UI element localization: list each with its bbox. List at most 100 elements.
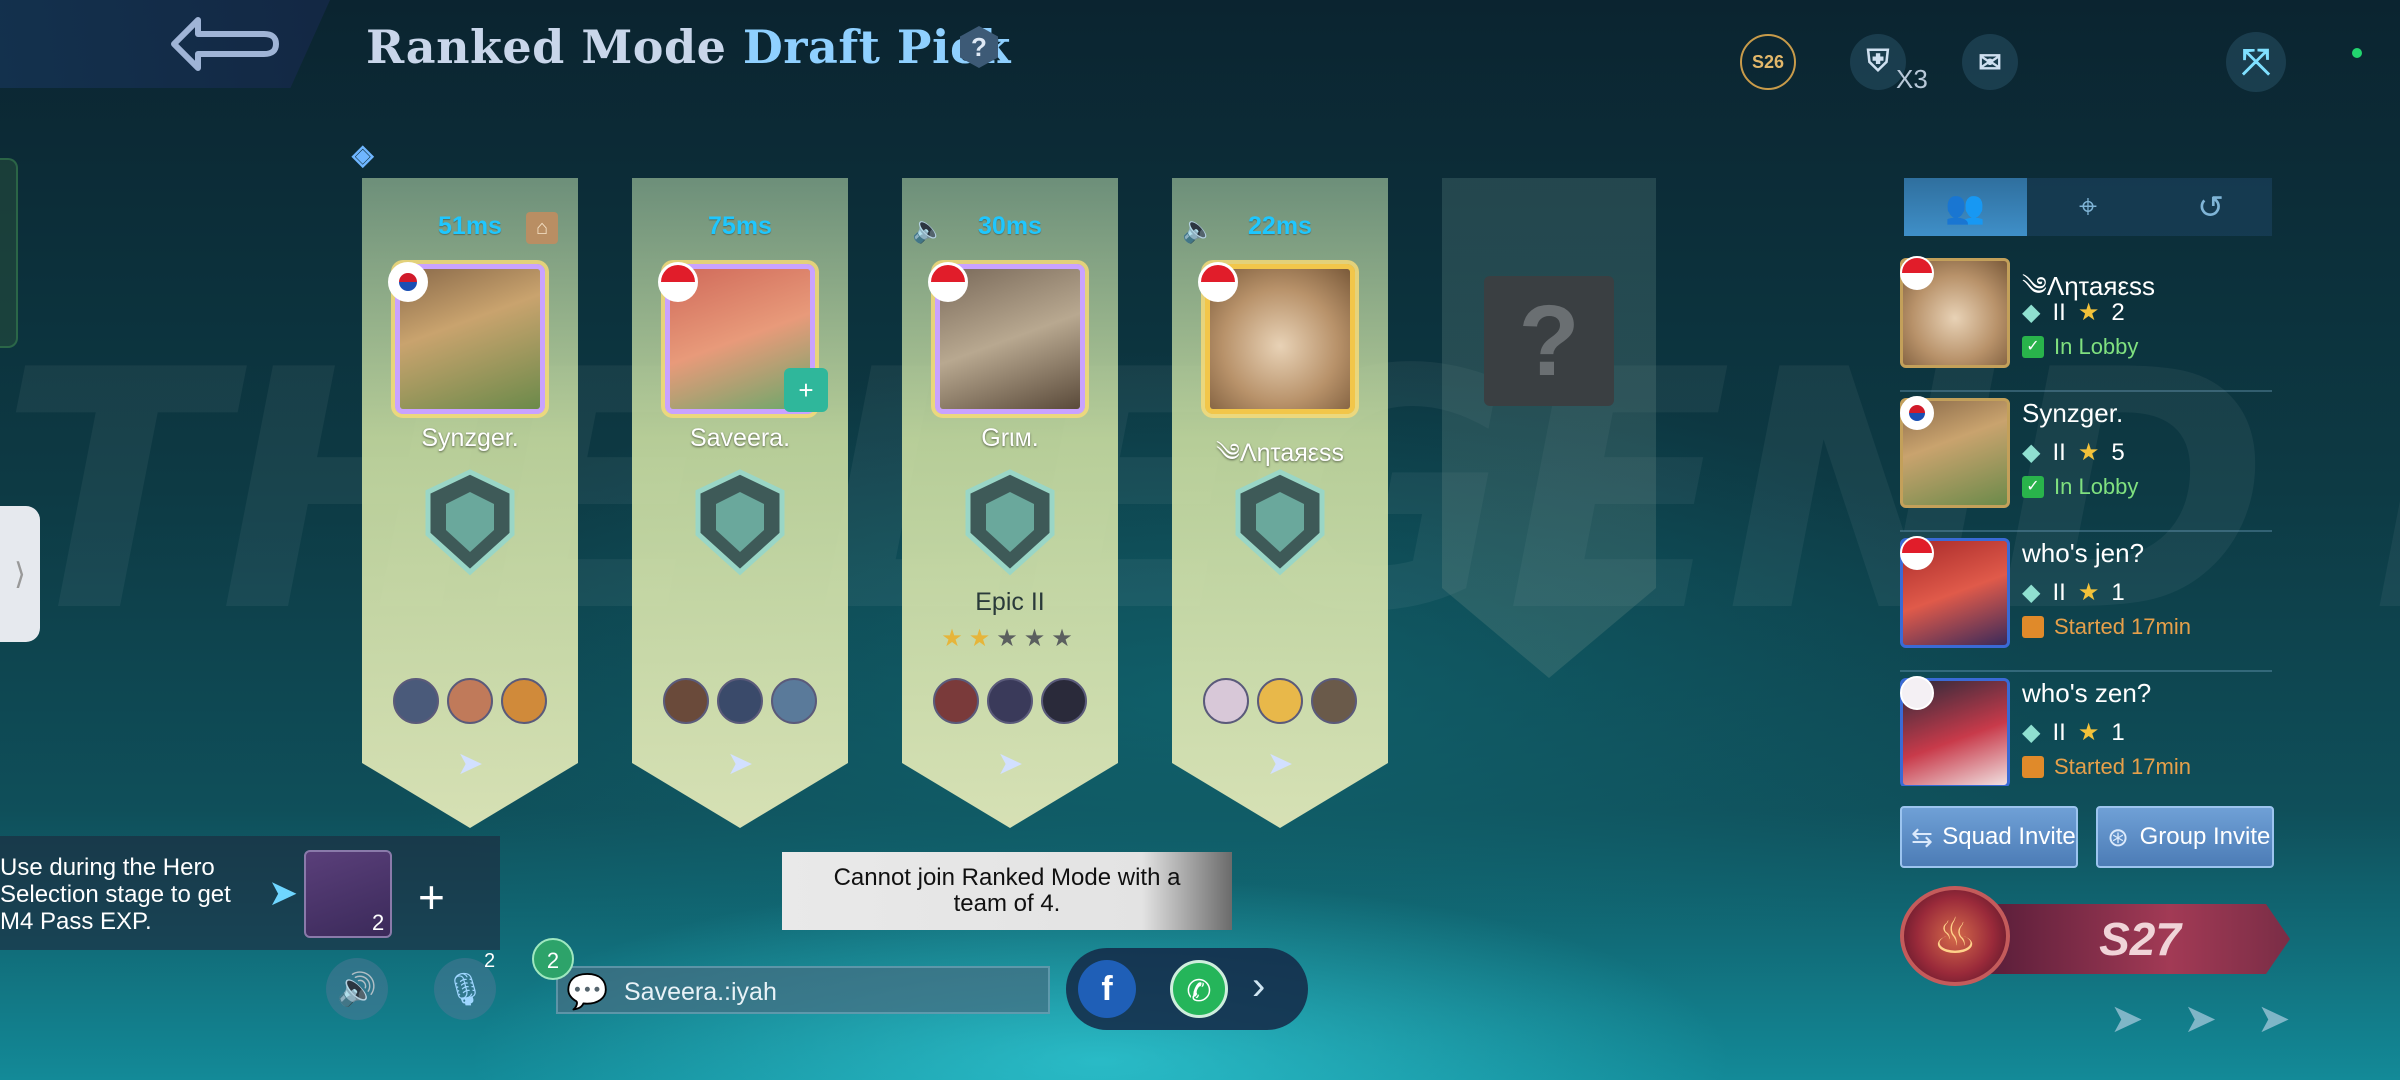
position-marker-icon: ➤ bbox=[456, 745, 484, 781]
unknown-player-icon: ? bbox=[1484, 276, 1614, 406]
pass-exp-text: Use during the Hero Selection stage to g… bbox=[0, 854, 231, 935]
back-arrow-icon bbox=[171, 17, 279, 71]
in-lobby-icon: ✓ bbox=[2022, 476, 2044, 498]
tab-recent[interactable]: ↺ bbox=[2149, 178, 2273, 236]
hero-avatar bbox=[447, 678, 493, 724]
chat-input[interactable]: 💬 Saveera.:iyah bbox=[556, 966, 1050, 1014]
ping-value: 75ms bbox=[708, 212, 772, 240]
chat-icon: 💬 bbox=[566, 973, 609, 1011]
friend-rank: ◆ II ★ 5 bbox=[2022, 438, 2125, 467]
friend-tabs: 👥 ⌖ ↺ bbox=[1904, 178, 2273, 236]
speaker-toggle-button[interactable]: 🔊 bbox=[326, 958, 388, 1020]
friend-rank: ◆ II ★ 1 bbox=[2022, 718, 2125, 747]
star-empty-icon: ★ bbox=[1023, 625, 1052, 652]
rank-stars: ★★★★★ bbox=[902, 624, 1118, 653]
add-exp-item-button[interactable]: + bbox=[418, 870, 445, 924]
in-game-icon bbox=[2022, 616, 2044, 638]
player-card-2[interactable]: 75ms + Saveera. ➤ bbox=[632, 178, 848, 828]
hero-preferences bbox=[632, 678, 848, 724]
in-game-icon bbox=[2022, 756, 2044, 778]
status-text: In Lobby bbox=[2054, 334, 2139, 359]
friend-status: Started 17min bbox=[2022, 614, 2191, 640]
friend-status: Started 17min bbox=[2022, 754, 2191, 780]
hero-avatar bbox=[501, 678, 547, 724]
group-invite-button[interactable]: ⊛ Group Invite bbox=[2096, 806, 2274, 868]
hero-avatar bbox=[1311, 678, 1357, 724]
star-empty-icon: ★ bbox=[1051, 625, 1079, 652]
decorative-arrows: ➤➤➤ bbox=[2110, 997, 2331, 1041]
season-label: S27 bbox=[1990, 904, 2290, 974]
season-banner[interactable]: S27 ♨ bbox=[1900, 886, 2290, 986]
hero-avatar bbox=[1041, 678, 1087, 724]
position-marker-icon: ➤ bbox=[1266, 745, 1294, 781]
rank-stars: 2 bbox=[2111, 298, 2125, 326]
rank-gem-icon: ◆ bbox=[2022, 719, 2041, 746]
share-bar: f ✆ › bbox=[1066, 948, 1308, 1030]
flag-icon bbox=[1900, 676, 1934, 710]
friends-icon: 👥 bbox=[1945, 189, 1986, 225]
squad-invite-button[interactable]: ⇆ Squad Invite bbox=[1900, 806, 2078, 868]
unread-badge: 2 bbox=[532, 938, 574, 980]
star-filled-icon: ★ bbox=[968, 625, 997, 652]
expand-chevron-icon[interactable]: ◈ bbox=[352, 138, 388, 174]
flag-korea-icon bbox=[388, 262, 428, 302]
rank-emblem-icon bbox=[695, 469, 785, 576]
friend-row[interactable]: Synzger. ◆ II ★ 5 ✓ In Lobby bbox=[1900, 392, 2272, 532]
tab-friends[interactable]: 👥 bbox=[1904, 178, 2027, 236]
facebook-share-icon[interactable]: f bbox=[1078, 960, 1136, 1018]
whatsapp-share-icon[interactable]: ✆ bbox=[1170, 960, 1228, 1018]
season-flame-icon: ♨ bbox=[1900, 886, 2010, 986]
hero-avatar bbox=[771, 678, 817, 724]
room-owner-icon: ⌂ bbox=[526, 212, 558, 244]
location-icon: ⌖ bbox=[2078, 188, 2098, 224]
squad-invite-icon: ⇆ bbox=[1911, 822, 1933, 852]
star-icon: ★ bbox=[2077, 439, 2100, 466]
status-dot bbox=[2352, 48, 2362, 58]
error-toast: Cannot join Ranked Mode with a team of 4… bbox=[782, 852, 1232, 930]
friend-row[interactable]: who's jen? ◆ II ★ 1 Started 17min bbox=[1900, 532, 2272, 672]
player-card-4[interactable]: 🔈 22ms ༄Λητaяεss ➤ bbox=[1172, 178, 1388, 828]
rank-tier: II bbox=[2052, 578, 2066, 606]
star-icon: ★ bbox=[2077, 299, 2100, 326]
empty-player-slot[interactable] bbox=[1442, 178, 1656, 678]
status-text: In Lobby bbox=[2054, 474, 2139, 499]
player-card-1[interactable]: 51ms ⌂ Synzger. ➤ bbox=[362, 178, 578, 828]
history-icon: ↺ bbox=[2197, 189, 2225, 225]
back-button[interactable] bbox=[0, 0, 330, 88]
side-panel-handle[interactable]: ⟩ bbox=[0, 506, 40, 642]
rank-gem-icon: ◆ bbox=[2022, 299, 2041, 326]
shrink-icon[interactable]: ⤧ bbox=[2226, 32, 2286, 92]
tab-nearby[interactable]: ⌖ bbox=[2026, 178, 2150, 236]
group-invite-icon: ⊛ bbox=[2107, 822, 2129, 852]
in-lobby-icon: ✓ bbox=[2022, 336, 2044, 358]
mail-icon[interactable]: ✉ bbox=[1962, 34, 2018, 90]
player-card-3[interactable]: 🔈 30ms Grιм. Epic II ★★★★★ ➤ bbox=[902, 178, 1118, 828]
flag-indonesia-icon bbox=[1198, 262, 1238, 302]
rank-gem-icon: ◆ bbox=[2022, 439, 2041, 466]
ping-value: 22ms bbox=[1248, 212, 1312, 240]
exp-item-count: 2 bbox=[372, 910, 385, 935]
speaker-icon: 🔊 bbox=[337, 971, 377, 1007]
rank-gem-icon: ◆ bbox=[2022, 579, 2041, 606]
star-filled-icon: ★ bbox=[941, 625, 969, 652]
flag-indonesia-icon bbox=[1900, 256, 1934, 290]
friend-row[interactable]: who's zen? ◆ II ★ 1 Started 17min bbox=[1900, 672, 2272, 786]
friend-row[interactable]: ༄Λητaяεss ◆ II ★ 2 ✓ In Lobby bbox=[1900, 252, 2272, 392]
add-friend-button[interactable]: + bbox=[784, 368, 828, 412]
rank-emblem-icon bbox=[1235, 469, 1325, 576]
star-icon: ★ bbox=[2077, 579, 2100, 606]
flag-indonesia-icon bbox=[658, 262, 698, 302]
share-more-icon[interactable]: › bbox=[1252, 964, 1265, 1009]
season-badge-icon[interactable]: S26 bbox=[1740, 34, 1796, 90]
title-mode: Ranked Mode bbox=[366, 20, 727, 74]
rank-stars: 1 bbox=[2111, 718, 2125, 746]
player-name: Saveera. bbox=[689, 424, 791, 452]
hero-avatar bbox=[1203, 678, 1249, 724]
shield-count: X3 bbox=[1896, 64, 1928, 94]
hero-preferences bbox=[362, 678, 578, 724]
left-edge-tab[interactable] bbox=[0, 158, 18, 348]
microphone-icon: 🎙 bbox=[444, 971, 486, 1007]
friend-name: who's zen? bbox=[2022, 678, 2152, 708]
rank-stars: 5 bbox=[2111, 438, 2125, 466]
squad-invite-label: Squad Invite bbox=[1942, 823, 2076, 850]
